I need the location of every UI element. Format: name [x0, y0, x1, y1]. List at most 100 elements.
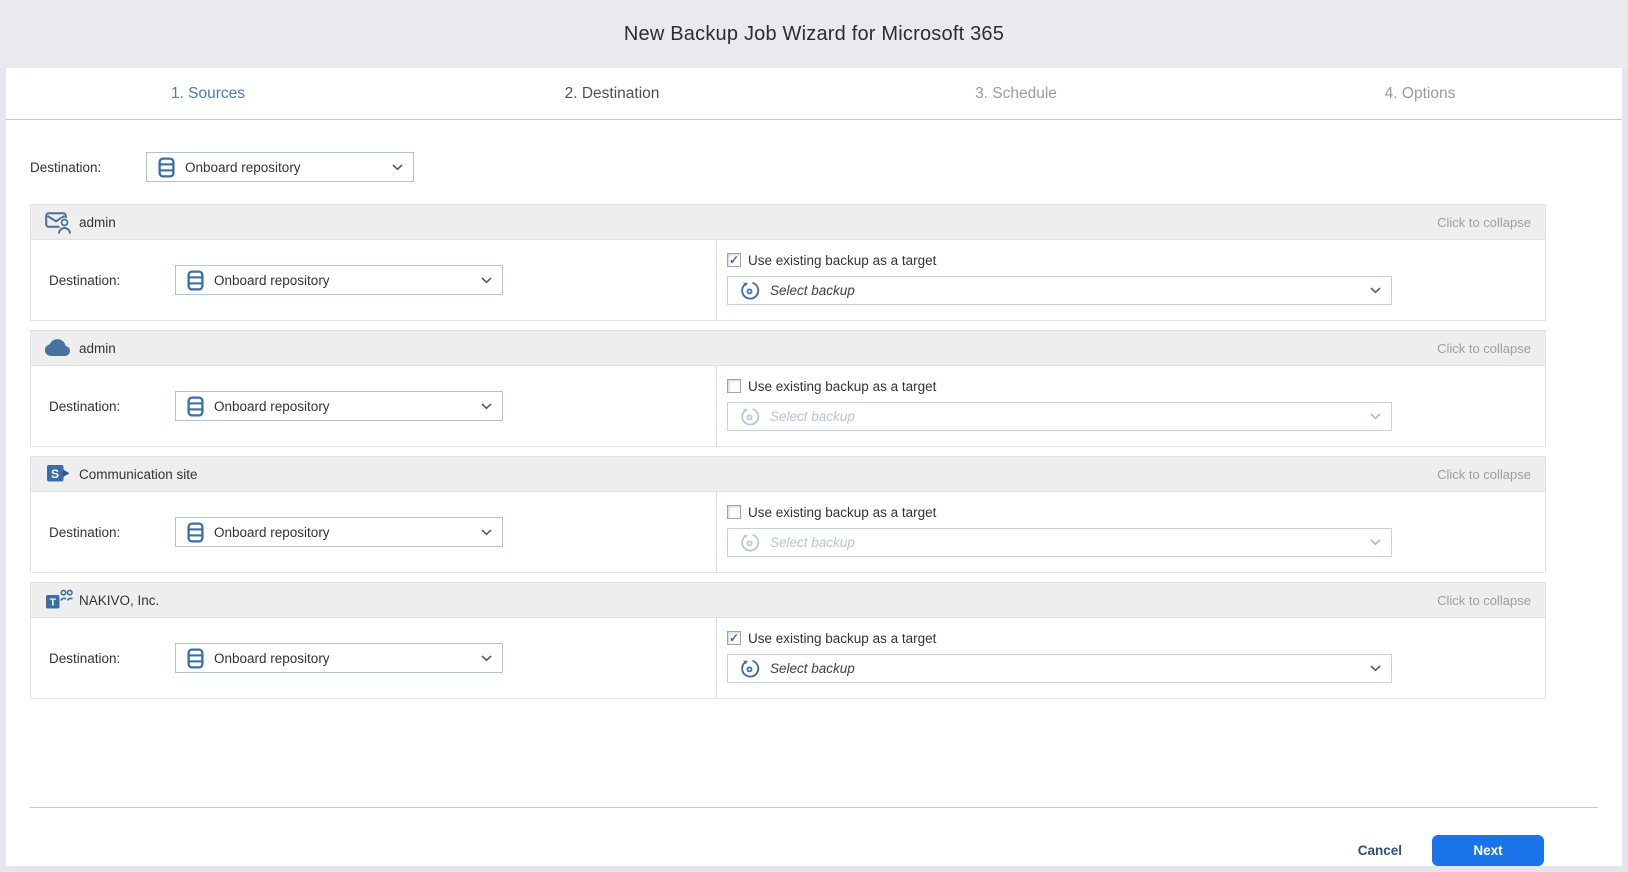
collapse-hint: Click to collapse — [1437, 214, 1531, 230]
use-existing-row[interactable]: ✓ Use existing backup as a target — [727, 627, 1545, 649]
destination-select[interactable]: Onboard repository — [175, 265, 503, 295]
destination-column: Destination: Onboard repository — [31, 492, 717, 572]
wizard-title: New Backup Job Wizard for Microsoft 365 — [623, 22, 1005, 45]
section-header[interactable]: admin Click to collapse — [30, 204, 1546, 240]
select-backup-placeholder: Select backup — [770, 409, 855, 424]
destination-column: Destination: Onboard repository — [31, 366, 717, 446]
use-existing-label: Use existing backup as a target — [748, 630, 937, 646]
section-title: admin — [79, 214, 116, 230]
section-teams-nakivo: T NAKIVO, Inc. Click to collapse Destina… — [30, 582, 1546, 699]
collapse-hint: Click to collapse — [1437, 340, 1531, 356]
section-sharepoint-site: S Communication site Click to collapse D… — [30, 456, 1546, 573]
chevron-down-icon — [392, 163, 403, 171]
destination-select[interactable]: Onboard repository — [175, 517, 503, 547]
select-backup-placeholder: Select backup — [770, 661, 855, 676]
step-destination[interactable]: 2. Destination — [410, 68, 814, 119]
section-exchange-admin: admin Click to collapse Destination: Onb… — [30, 204, 1546, 321]
use-existing-row[interactable]: ✓ Use existing backup as a target — [727, 375, 1545, 397]
cancel-button[interactable]: Cancel — [1358, 843, 1402, 858]
destination-value: Onboard repository — [214, 524, 330, 540]
collapse-hint: Click to collapse — [1437, 466, 1531, 482]
wizard-steps: 1. Sources 2. Destination 3. Schedule 4.… — [6, 68, 1622, 120]
chevron-down-icon — [481, 402, 492, 410]
destination-value: Onboard repository — [214, 272, 330, 288]
section-title: Communication site — [79, 466, 198, 482]
global-destination-row: Destination: Onboard repository — [30, 152, 1598, 182]
destination-column: Destination: Onboard repository — [31, 618, 717, 698]
use-existing-row[interactable]: ✓ Use existing backup as a target — [727, 501, 1545, 523]
collapse-hint: Click to collapse — [1437, 592, 1531, 608]
destination-select[interactable]: Onboard repository — [175, 643, 503, 673]
section-body: Destination: Onboard repository — [30, 366, 1546, 447]
select-backup-dropdown[interactable]: Select backup — [727, 276, 1392, 305]
account-sections: admin Click to collapse Destination: Onb… — [30, 204, 1546, 708]
destination-column: Destination: Onboard repository — [31, 240, 717, 320]
global-destination-select[interactable]: Onboard repository — [146, 152, 414, 182]
destination-label: Destination: — [49, 272, 121, 288]
footer: Cancel Next — [6, 808, 1622, 866]
restore-point-icon — [739, 658, 760, 679]
destination-label: Destination: — [49, 398, 121, 414]
use-existing-checkbox[interactable]: ✓ — [727, 631, 741, 645]
chevron-down-icon — [1370, 539, 1381, 546]
existing-backup-column: ✓ Use existing backup as a target Select… — [717, 240, 1545, 320]
chevron-down-icon — [481, 276, 492, 284]
restore-point-icon — [739, 280, 760, 301]
existing-backup-column: ✓ Use existing backup as a target Select… — [717, 492, 1545, 572]
chevron-down-icon — [1370, 287, 1381, 294]
destination-value: Onboard repository — [214, 650, 330, 666]
section-body: Destination: Onboard repository — [30, 240, 1546, 321]
select-backup-dropdown[interactable]: Select backup — [727, 402, 1392, 431]
select-backup-placeholder: Select backup — [770, 535, 855, 550]
use-existing-checkbox[interactable]: ✓ — [727, 253, 741, 267]
svg-text:S: S — [51, 467, 59, 481]
use-existing-row[interactable]: ✓ Use existing backup as a target — [727, 249, 1545, 271]
use-existing-label: Use existing backup as a target — [748, 378, 937, 394]
step-sources[interactable]: 1. Sources — [6, 68, 410, 119]
onedrive-cloud-icon — [45, 338, 79, 358]
restore-point-icon — [739, 406, 760, 427]
destination-value: Onboard repository — [185, 159, 301, 175]
svg-text:T: T — [50, 597, 57, 609]
section-header[interactable]: T NAKIVO, Inc. Click to collapse — [30, 582, 1546, 618]
destination-value: Onboard repository — [214, 398, 330, 414]
section-title: admin — [79, 340, 116, 356]
repository-icon — [187, 647, 204, 669]
existing-backup-column: ✓ Use existing backup as a target Select… — [717, 618, 1545, 698]
use-existing-checkbox[interactable]: ✓ — [727, 505, 741, 519]
section-body: Destination: Onboard repository — [30, 618, 1546, 699]
chevron-down-icon — [481, 528, 492, 536]
step-schedule[interactable]: 3. Schedule — [814, 68, 1218, 119]
section-title: NAKIVO, Inc. — [79, 592, 160, 608]
wizard-content: Destination: Onboard repository admin Cl… — [6, 120, 1622, 735]
repository-icon — [187, 395, 204, 417]
section-body: Destination: Onboard repository — [30, 492, 1546, 573]
chevron-down-icon — [1370, 413, 1381, 420]
existing-backup-column: ✓ Use existing backup as a target Select… — [717, 366, 1545, 446]
select-backup-dropdown[interactable]: Select backup — [727, 528, 1392, 557]
destination-label: Destination: — [30, 159, 102, 175]
wizard-titlebar: New Backup Job Wizard for Microsoft 365 — [0, 0, 1628, 68]
wizard-panel: 1. Sources 2. Destination 3. Schedule 4.… — [6, 68, 1622, 866]
destination-label: Destination: — [49, 524, 121, 540]
step-options[interactable]: 4. Options — [1218, 68, 1622, 119]
use-existing-checkbox[interactable]: ✓ — [727, 379, 741, 393]
section-onedrive-admin: admin Click to collapse Destination: Onb… — [30, 330, 1546, 447]
use-existing-label: Use existing backup as a target — [748, 252, 937, 268]
select-backup-placeholder: Select backup — [770, 283, 855, 298]
repository-icon — [187, 269, 204, 291]
repository-icon — [158, 156, 175, 178]
use-existing-label: Use existing backup as a target — [748, 504, 937, 520]
repository-icon — [187, 521, 204, 543]
exchange-mailbox-icon — [45, 210, 79, 235]
section-header[interactable]: admin Click to collapse — [30, 330, 1546, 366]
select-backup-dropdown[interactable]: Select backup — [727, 654, 1392, 683]
restore-point-icon — [739, 532, 760, 553]
sharepoint-icon: S — [45, 463, 79, 485]
section-header[interactable]: S Communication site Click to collapse — [30, 456, 1546, 492]
next-button[interactable]: Next — [1432, 835, 1544, 866]
destination-select[interactable]: Onboard repository — [175, 391, 503, 421]
teams-icon: T — [45, 588, 79, 612]
destination-label: Destination: — [49, 650, 121, 666]
chevron-down-icon — [1370, 665, 1381, 672]
